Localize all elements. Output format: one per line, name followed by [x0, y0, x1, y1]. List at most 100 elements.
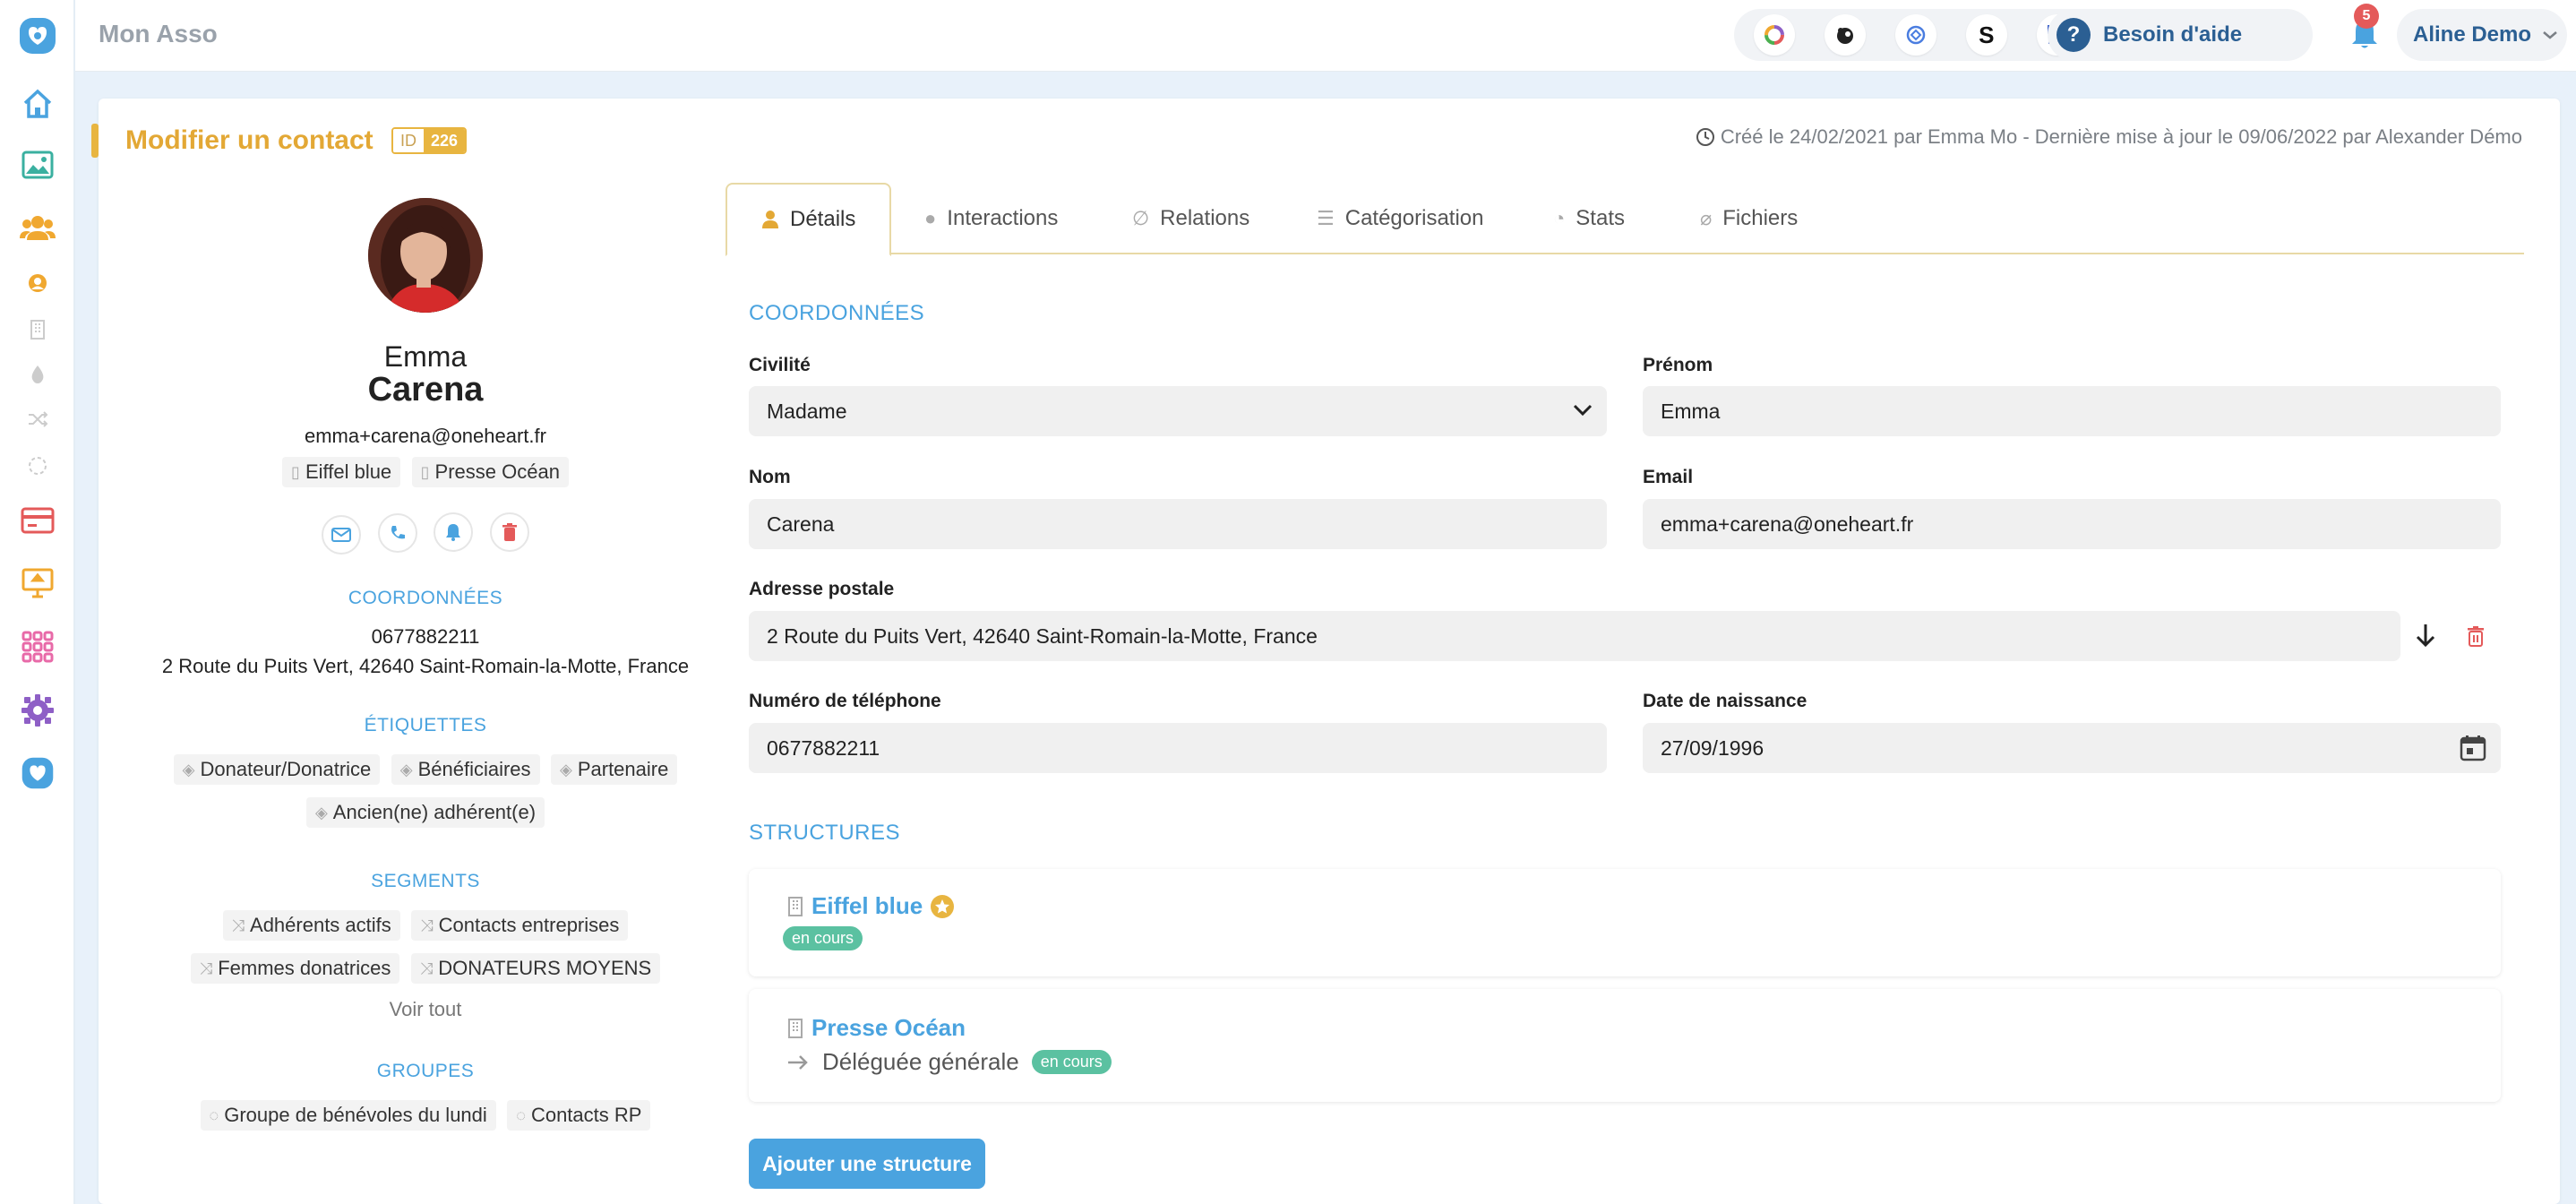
profile-segments-heading: SEGMENTS: [371, 871, 480, 891]
download-arrow-icon[interactable]: [2415, 622, 2436, 653]
notify-button[interactable]: [434, 512, 474, 552]
calendar-icon[interactable]: [2460, 735, 2486, 761]
drop-icon: ●: [924, 207, 937, 229]
group-chip[interactable]: ◌ Contacts RP: [507, 1100, 651, 1131]
telephone-input[interactable]: 0677882211: [749, 723, 1607, 773]
image-icon[interactable]: [0, 150, 75, 179]
tab-relations[interactable]: ∅ Relations: [1132, 183, 1249, 254]
record-meta: Créé le 24/02/2021 par Emma Mo - Dernièr…: [1696, 125, 2522, 149]
tab-stats[interactable]: ◔ Stats: [1553, 183, 1625, 254]
tab-details[interactable]: Détails: [726, 183, 892, 256]
logo-icon[interactable]: [0, 16, 75, 56]
tag-chip[interactable]: ◈ Donateur/Donatrice: [173, 754, 381, 785]
birthdate-input[interactable]: 27/09/1996: [1643, 723, 2501, 773]
tab-interactions[interactable]: ● Interactions: [924, 183, 1058, 254]
call-button[interactable]: [377, 513, 417, 553]
status-badge: en cours: [1031, 1050, 1112, 1074]
adresse-label: Adresse postale: [749, 579, 895, 599]
civilite-select[interactable]: Madame: [749, 386, 1607, 436]
nom-label: Nom: [749, 467, 791, 487]
profile-address: 2 Route du Puits Vert, 42640 Saint-Romai…: [161, 655, 690, 677]
clear-address-trash-icon[interactable]: [2467, 625, 2485, 651]
phone-icon: [391, 526, 405, 539]
building-icon[interactable]: [0, 319, 75, 340]
user-menu[interactable]: Aline Demo: [2397, 9, 2567, 61]
colorful-ring-app-icon[interactable]: [1754, 14, 1796, 56]
shuffle-icon: ⤨: [419, 959, 434, 977]
id-badge: ID 226: [391, 127, 468, 154]
tag-icon: ◈: [314, 803, 328, 821]
email-input[interactable]: emma+carena@oneheart.fr: [1643, 499, 2501, 549]
structure-chip[interactable]: ▯ Presse Océan: [411, 457, 569, 487]
group-circle-icon: ◌: [516, 1105, 526, 1124]
sidebar: [0, 0, 75, 1204]
presentation-icon[interactable]: [0, 568, 75, 598]
integrations-bar: S: [1734, 9, 2098, 61]
status-badge: en cours: [783, 926, 863, 950]
see-all-segments-link[interactable]: Voir tout: [125, 998, 726, 1021]
group-chip[interactable]: ◌ Groupe de bénévoles du lundi: [200, 1100, 496, 1131]
shuffle-icon: ⤨: [231, 916, 245, 934]
contact-first-name: Emma: [383, 340, 468, 373]
link-icon: ∅: [1132, 207, 1150, 229]
tab-categorisation[interactable]: ☰ Catégorisation: [1317, 183, 1484, 254]
trash-icon: [502, 523, 517, 541]
home-icon[interactable]: [0, 86, 75, 122]
mailchimp-icon[interactable]: [1825, 14, 1867, 56]
building-icon: ▯: [291, 462, 300, 481]
chevron-down-icon: [1573, 404, 1593, 417]
apps-grid-icon[interactable]: [0, 631, 75, 663]
tag-chip[interactable]: ◈ Bénéficiaires: [391, 754, 540, 785]
list-icon: ☰: [1317, 207, 1335, 229]
structure-card-2: Presse Océan Déléguée générale en cours: [749, 989, 2501, 1102]
add-structure-button[interactable]: Ajouter une structure: [749, 1139, 985, 1189]
contact-icon[interactable]: [0, 272, 75, 294]
structure-name-link[interactable]: Presse Océan: [811, 1014, 966, 1042]
tab-files[interactable]: ⌀ Fichiers: [1700, 183, 1798, 254]
adresse-input[interactable]: 2 Route du Puits Vert, 42640 Saint-Romai…: [749, 611, 2400, 661]
email-label: Email: [1643, 467, 1694, 487]
contact-last-name: Carena: [367, 371, 484, 408]
contact-email: emma+carena@oneheart.fr: [305, 425, 546, 447]
segment-chip[interactable]: ⤨ Adhérents actifs: [222, 910, 400, 941]
chevron-down-icon: [2543, 31, 2557, 39]
page-title: Modifier un contact: [125, 125, 374, 155]
tags-row-1: ◈ Donateur/Donatrice ◈ Bénéficiaires ◈ Part…: [125, 754, 726, 785]
help-label: Besoin d'aide: [2103, 22, 2243, 47]
structure-role: Déléguée générale: [822, 1048, 1019, 1075]
pie-chart-icon: ◔: [1553, 207, 1566, 229]
segment-chip[interactable]: ⤨ DONATEURS MOYENS: [410, 953, 661, 984]
users-icon[interactable]: [0, 213, 75, 242]
structure-name-link[interactable]: Eiffel blue: [811, 892, 923, 920]
segments-row-2: ⤨ Femmes donatrices ⤨ DONATEURS MOYENS: [125, 953, 726, 984]
brand-heart-icon[interactable]: [0, 756, 75, 790]
shuffle-icon[interactable]: [0, 410, 75, 428]
tag-icon: ◈: [559, 760, 572, 778]
s-app-icon[interactable]: S: [1965, 14, 2007, 56]
nom-input[interactable]: Carena: [749, 499, 1607, 549]
avatar[interactable]: [368, 198, 483, 313]
paperclip-icon: ⌀: [1700, 207, 1713, 229]
structure-chip[interactable]: ▯ Eiffel blue: [282, 457, 401, 487]
civilite-label: Civilité: [749, 355, 811, 375]
prenom-input[interactable]: Emma: [1643, 386, 2501, 436]
tag-chip[interactable]: ◈ Ancien(ne) adhérent(e): [305, 797, 545, 828]
prenom-label: Prénom: [1643, 355, 1713, 375]
segment-chip[interactable]: ⤨ Contacts entreprises: [411, 910, 629, 941]
tag-chip[interactable]: ◈ Partenaire: [550, 754, 678, 785]
profile-groups-heading: GROUPES: [376, 1061, 475, 1081]
delete-contact-button[interactable]: [489, 512, 529, 552]
coordinates-section-title: COORDONNÉES: [749, 301, 925, 325]
help-question-icon: ?: [2057, 18, 2091, 52]
segment-chip[interactable]: ⤨ Femmes donatrices: [190, 953, 400, 984]
settings-gear-icon[interactable]: [0, 693, 75, 727]
send-email-button[interactable]: [322, 515, 362, 555]
group-circle-icon[interactable]: [0, 455, 75, 477]
payment-card-icon[interactable]: [0, 507, 75, 534]
user-icon: [762, 211, 778, 228]
building-icon: [788, 896, 803, 916]
helloasso-icon[interactable]: [1894, 14, 1936, 56]
drop-icon[interactable]: [0, 364, 75, 385]
help-button[interactable]: ? Besoin d'aide: [2048, 9, 2313, 61]
clock-icon: [1696, 128, 1714, 146]
